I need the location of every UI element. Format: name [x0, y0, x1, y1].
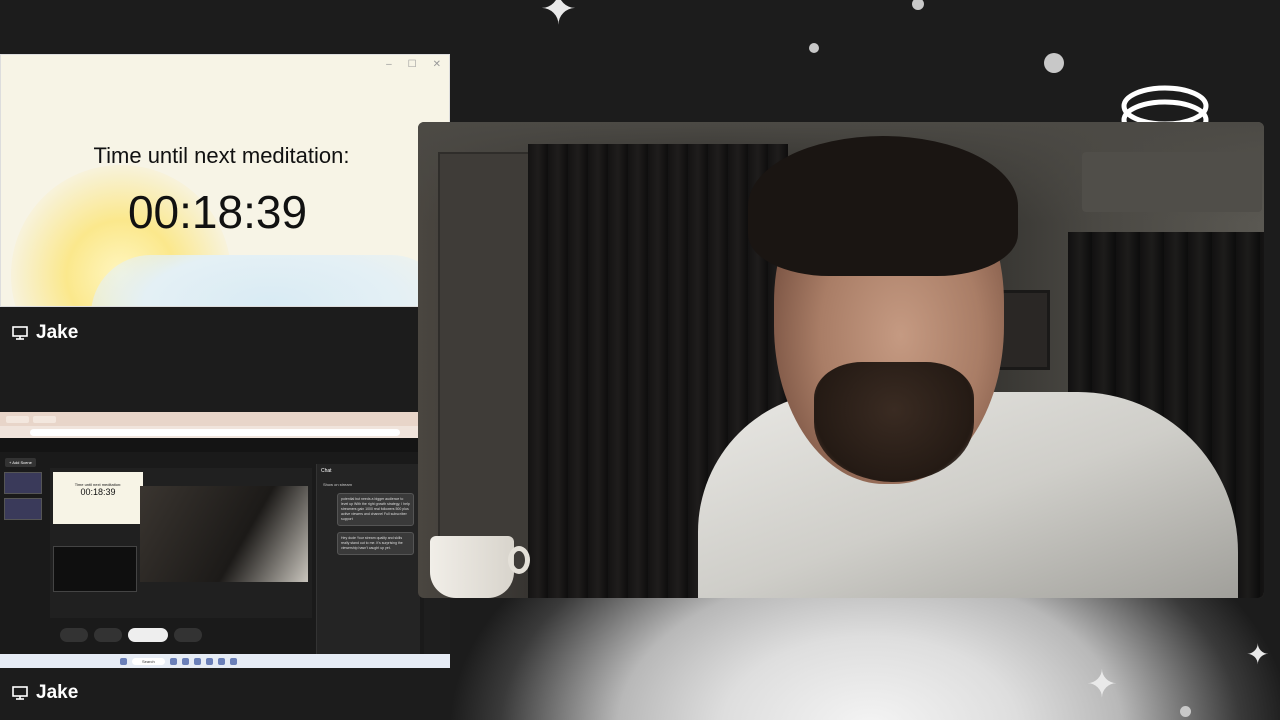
os-taskbar: Search [0, 654, 450, 668]
meditation-timer-window: – ☐ ✕ Time until next meditation: 00:18:… [0, 54, 450, 307]
app-icon [217, 657, 225, 665]
mini-camera [140, 486, 308, 582]
studio-topbar [0, 438, 450, 452]
app-icon [205, 657, 213, 665]
chat-message: Hey dude Your stream quality and skills … [337, 532, 414, 555]
control-pill [60, 628, 88, 642]
mini-screen [53, 546, 137, 592]
chat-title: Chat [321, 468, 332, 474]
participant-name: Jake [36, 682, 79, 703]
windows-start-icon [120, 657, 127, 665]
decor-dot [809, 43, 819, 53]
webcam-feed [418, 122, 1264, 598]
app-icon [229, 657, 237, 665]
control-pill [128, 628, 168, 642]
control-pill [174, 628, 202, 642]
add-scene-button: + Add Scene [5, 458, 36, 467]
studio-canvas: Time until next meditation: 00:18:39 [50, 468, 312, 618]
timer-title: Time until next meditation: [93, 143, 350, 168]
app-icon [193, 657, 201, 665]
app-icon [169, 657, 177, 665]
minimize-icon[interactable]: – [386, 59, 392, 70]
browser-tab-bar [0, 412, 450, 426]
browser-address-bar [0, 426, 450, 438]
browser-tab [33, 415, 57, 423]
chat-message: potential but needs a bigger audience to… [337, 493, 414, 526]
taskbar-search: Search [132, 657, 165, 665]
sparkle-star-icon: ✦ [1246, 639, 1270, 670]
mini-timer-value: 00:18:39 [80, 487, 116, 497]
moon-glow-decoration [450, 598, 1280, 720]
cloud-decoration [91, 255, 449, 306]
decor-dot [1180, 706, 1191, 717]
coffee-cup [430, 536, 514, 598]
participant-name-tag: Jake [12, 322, 78, 344]
streaming-studio-app: + Add Scene Time until next meditation: … [0, 438, 450, 668]
participant-name-tag: Jake [12, 682, 78, 704]
screen-share-view: + Add Scene Time until next meditation: … [0, 412, 450, 668]
chat-panel: Chat Show on stream potential but needs … [316, 464, 420, 668]
window-controls: – ☐ ✕ [386, 59, 441, 70]
stream-layout: ✦ ✦ ✦ – ☐ ✕ Time until next meditation: … [0, 0, 1280, 720]
decor-dot [1044, 53, 1064, 73]
app-icon [181, 657, 189, 665]
control-pill [94, 628, 122, 642]
close-icon[interactable]: ✕ [433, 59, 441, 70]
monitor-icon [12, 326, 28, 340]
scene-thumbnail [4, 498, 42, 520]
scene-list [4, 472, 44, 592]
browser-tab [6, 415, 30, 423]
air-conditioner [1082, 152, 1262, 212]
chat-show-on-stream: Show on stream [323, 482, 352, 487]
decor-dot [912, 0, 924, 10]
sparkle-star-icon: ✦ [1086, 664, 1118, 706]
timer-countdown: 00:18:39 [127, 186, 308, 238]
person-hair [748, 136, 1018, 276]
coffee-cup-handle [508, 546, 530, 574]
participant-name: Jake [36, 322, 79, 343]
scene-thumbnail [4, 472, 42, 494]
studio-controls [60, 628, 202, 642]
person-beard [814, 362, 974, 482]
monitor-icon [12, 686, 28, 700]
mini-timer: Time until next meditation: 00:18:39 [53, 472, 143, 524]
maximize-icon[interactable]: ☐ [408, 59, 417, 70]
sparkle-star-icon: ✦ [540, 0, 577, 34]
